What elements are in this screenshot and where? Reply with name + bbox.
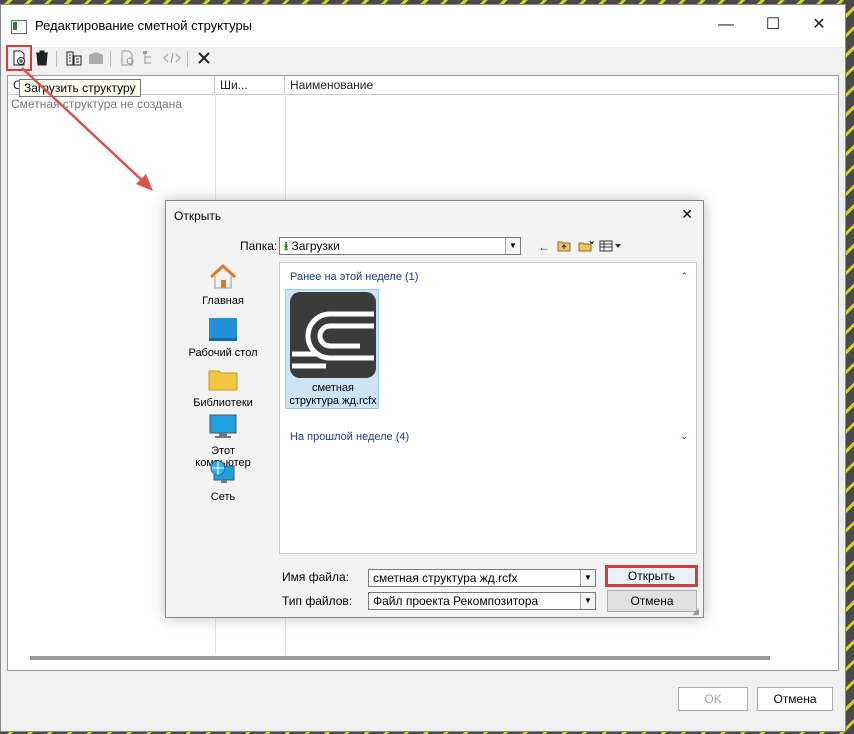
group-header-this-week[interactable]: Ранее на этой неделе (1) [290, 271, 418, 283]
resize-grip-icon[interactable]: ◢ [692, 606, 852, 732]
load-structure-button[interactable] [6, 45, 32, 71]
view-menu-icon[interactable] [599, 240, 623, 255]
download-icon: ⭳ [284, 239, 289, 253]
app-icon [11, 20, 27, 34]
folder-label: Папка: [240, 239, 278, 253]
close-structure-button[interactable] [193, 47, 215, 69]
library-folder-icon [208, 370, 238, 391]
filetype-select[interactable]: Файл проекта Рекомпозитора ▼ [368, 592, 596, 610]
file-list[interactable]: Ранее на этой неделе (1) ⌃ сметная струк… [279, 262, 697, 554]
column-header-width[interactable]: Ши... [215, 76, 285, 94]
filename-value: сметная структура жд.rcfx [373, 571, 518, 585]
network-icon [210, 460, 235, 483]
delete-icon [36, 50, 48, 66]
load-structure-icon [13, 50, 25, 66]
places-bar: Главная Рабочий стол Библиотеки Этот ком… [182, 262, 264, 522]
chevron-down-icon[interactable]: ▼ [580, 593, 595, 609]
empty-message: Сметная структура не создана [11, 97, 182, 111]
check-icon [121, 50, 134, 66]
structure-button[interactable] [63, 47, 85, 69]
filetype-label: Тип файлов: [282, 594, 353, 608]
check-button[interactable] [116, 47, 138, 69]
computer-icon [209, 414, 237, 438]
filetype-value: Файл проекта Рекомпозитора [373, 594, 539, 608]
new-folder-icon[interactable] [578, 240, 595, 255]
dialog-close-button[interactable]: ✕ [681, 206, 693, 223]
code-icon [163, 52, 181, 64]
desktop-icon [209, 318, 237, 341]
rcfx-file-icon [290, 292, 376, 378]
open-button[interactable]: Открыть [605, 565, 698, 587]
file-name-line: сметная [311, 382, 354, 394]
place-home[interactable]: Главная [182, 263, 264, 307]
file-name-line: структура жд.rcfx [289, 395, 377, 407]
toolbar-separator [187, 51, 188, 67]
group-header-last-week[interactable]: На прошлой неделе (4) [290, 431, 409, 443]
collapse-chevron-icon[interactable]: ⌃ [680, 271, 688, 282]
place-label: Сеть [210, 491, 236, 503]
file-name: сметная структура жд.rcfx [286, 382, 380, 408]
home-icon [209, 263, 237, 289]
toolbar-separator [56, 51, 57, 67]
up-folder-icon[interactable] [557, 240, 571, 255]
place-label: Главная [202, 295, 244, 307]
dialog-cancel-button[interactable]: Отмена [607, 590, 697, 612]
filename-label: Имя файла: [282, 570, 349, 584]
maximize-button[interactable]: ☐ [758, 15, 788, 35]
dialog-title: Открыть [174, 209, 222, 223]
code-button[interactable] [161, 47, 183, 69]
folder-button[interactable] [85, 47, 107, 69]
place-label: Рабочий стол [188, 347, 258, 359]
folder-icon [89, 52, 103, 64]
folder-combo[interactable]: ⭳ Загрузки ▼ [279, 237, 521, 255]
place-desktop[interactable]: Рабочий стол [182, 316, 264, 359]
chevron-down-icon[interactable]: ▼ [580, 570, 595, 586]
column-header-name[interactable]: Наименование [285, 76, 585, 94]
file-item[interactable]: сметная структура жд.rcfx [285, 289, 379, 409]
back-icon[interactable]: ← [538, 240, 550, 254]
horizontal-scrollbar[interactable] [30, 656, 770, 660]
toolbar [1, 45, 845, 75]
structure-icon [66, 51, 82, 66]
place-label: Библиотеки [193, 397, 253, 409]
tree-button[interactable] [138, 47, 160, 69]
tree-icon [143, 51, 151, 64]
filename-input[interactable]: сметная структура жд.rcfx ▼ [368, 569, 596, 587]
place-network[interactable]: Сеть [182, 460, 264, 503]
place-libraries[interactable]: Библиотеки [182, 366, 264, 409]
chevron-down-icon[interactable]: ▼ [505, 238, 520, 254]
close-button[interactable]: ✕ [804, 15, 834, 35]
delete-button[interactable] [31, 47, 53, 69]
window-title: Редактирование сметной структуры [35, 18, 253, 33]
expand-chevron-icon[interactable]: ⌄ [680, 431, 688, 442]
close-x-icon [198, 52, 210, 64]
toolbar-separator [110, 51, 111, 67]
folder-value: Загрузки [291, 239, 340, 253]
minimize-button[interactable]: — [711, 15, 741, 35]
tooltip: Загрузить структуру [19, 79, 141, 97]
title-bar: Редактирование сметной структуры — ☐ ✕ [1, 5, 845, 47]
